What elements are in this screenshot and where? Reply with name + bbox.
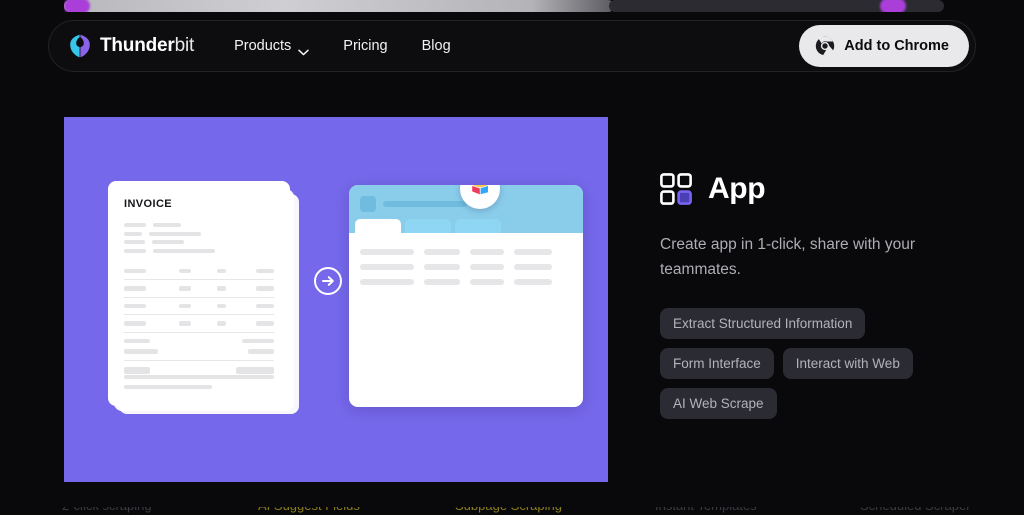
app-window-tab-active — [355, 219, 401, 233]
invoice-table-row — [124, 303, 274, 308]
app-window-logo-placeholder — [360, 196, 376, 212]
app-window-table-header — [360, 249, 572, 255]
feature-chip-interact-with-web[interactable]: Interact with Web — [782, 348, 913, 379]
bottom-cut-item: Scheduled Scraper — [860, 507, 971, 513]
feature-chip-list: Extract Structured Information Form Inte… — [660, 308, 960, 419]
bottom-cut-item: 2-click scraping — [62, 507, 152, 513]
nav-item-pricing-label: Pricing — [343, 38, 388, 54]
feature-chip-ai-web-scrape[interactable]: AI Web Scrape — [660, 388, 777, 419]
add-to-chrome-label: Add to Chrome — [844, 38, 949, 54]
app-grid-icon — [660, 173, 692, 205]
bottom-cutoff-row: 2-click scraping AI Suggest Fields Subpa… — [0, 507, 1024, 515]
nav-links: Products Pricing Blog — [234, 38, 451, 55]
progress-bar-fill — [64, 0, 614, 12]
top-partial-progress-strip — [64, 0, 944, 12]
nav-item-blog[interactable]: Blog — [422, 38, 451, 54]
feature-chip-form-interface[interactable]: Form Interface — [660, 348, 774, 379]
bottom-cut-item: Instant Templates — [655, 507, 757, 513]
bottom-cut-item: Subpage Scraping — [455, 507, 562, 513]
app-window-table-row — [360, 279, 572, 285]
invoice-tax-row — [124, 349, 274, 354]
app-window-tab — [405, 219, 451, 233]
feature-title: App — [708, 172, 766, 205]
invoice-table-row — [124, 321, 274, 326]
feature-chip-extract-structured-information[interactable]: Extract Structured Information — [660, 308, 866, 339]
feature-heading-row: App — [660, 173, 980, 205]
arrow-right-circle-icon — [313, 266, 343, 296]
feature-description: Create app in 1-click, share with your t… — [660, 236, 916, 278]
app-window-tab — [455, 219, 501, 233]
feature-info-panel: App Create app in 1-click, share with yo… — [660, 173, 980, 419]
app-window-tabs — [349, 219, 501, 233]
invoice-footer-lines — [124, 375, 274, 389]
invoice-subtotal-row — [124, 338, 274, 343]
nav-item-blog-label: Blog — [421, 38, 451, 54]
nav-item-pricing[interactable]: Pricing — [343, 38, 387, 54]
page-root: Thunderbit Products Pricing Blog Add to … — [0, 0, 1024, 515]
invoice-table-row — [124, 286, 274, 291]
app-window-table-row — [360, 264, 572, 270]
brand-name-light: bit — [174, 35, 195, 56]
top-navbar: Thunderbit Products Pricing Blog Add to … — [48, 20, 976, 72]
progress-marker-left — [64, 0, 90, 12]
thunderbit-logo-icon — [69, 34, 91, 58]
invoice-table-header — [124, 268, 274, 273]
nav-item-products-label: Products — [234, 38, 292, 54]
chevron-down-icon — [298, 44, 310, 55]
invoice-total-row — [124, 366, 274, 374]
bottom-cut-item: AI Suggest Fields — [258, 507, 360, 513]
app-window-title-placeholder — [383, 201, 467, 207]
brand-logo-link[interactable]: Thunderbit — [69, 34, 194, 58]
app-window-table — [349, 233, 583, 285]
brand-name-bold: Thunder — [100, 35, 175, 56]
invoice-title: INVOICE — [124, 198, 173, 210]
add-to-chrome-button[interactable]: Add to Chrome — [799, 25, 969, 67]
invoice-document: INVOICE — [108, 181, 290, 406]
chrome-icon — [815, 36, 835, 56]
app-window-mockup — [349, 185, 583, 407]
nav-item-products[interactable]: Products — [234, 38, 310, 55]
feature-illustration-panel: INVOICE — [64, 117, 608, 482]
progress-marker-right — [880, 0, 906, 12]
invoice-meta-block — [124, 223, 274, 253]
brand-name: Thunderbit — [100, 35, 194, 57]
